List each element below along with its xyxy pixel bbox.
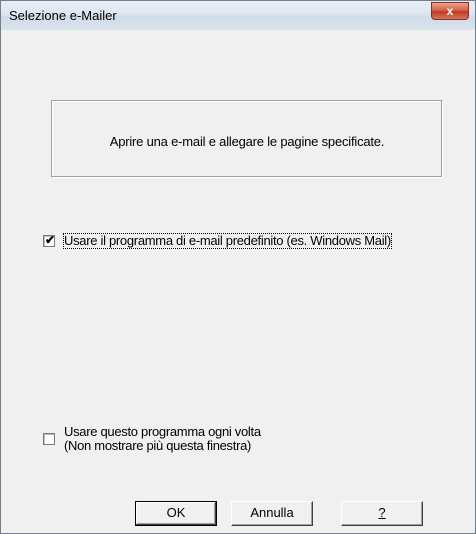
cancel-button[interactable]: Annulla <box>231 501 313 526</box>
ok-button[interactable]: OK <box>135 501 217 526</box>
close-button[interactable]: x <box>431 2 469 20</box>
always-use-label[interactable]: Usare questo programma ogni volta <box>64 425 261 439</box>
use-default-mail-label[interactable]: Usare il programma di e-mail predefinito… <box>63 233 392 249</box>
info-panel: Aprire una e-mail e allegare le pagine s… <box>51 100 443 178</box>
title-bar[interactable]: Selezione e-Mailer x <box>1 1 475 30</box>
help-button-label: ? <box>378 505 386 520</box>
always-use-sublabel[interactable]: (Non mostrare più questa finestra) <box>64 439 251 453</box>
info-text: Aprire una e-mail e allegare le pagine s… <box>109 134 385 149</box>
dialog-client-area: Aprire una e-mail e allegare le pagine s… <box>9 30 467 526</box>
dialog-window: Selezione e-Mailer x Aprire una e-mail e… <box>0 0 476 534</box>
use-default-mail-checkbox[interactable]: ✔ <box>43 233 56 247</box>
checkmark-icon: ✔ <box>45 233 56 247</box>
cancel-button-label: Annulla <box>250 505 294 520</box>
help-button[interactable]: ? <box>341 501 423 526</box>
ok-button-label: OK <box>166 505 186 520</box>
always-use-checkbox[interactable] <box>43 433 55 445</box>
window-title: Selezione e-Mailer <box>9 8 117 23</box>
close-icon: x <box>446 4 454 18</box>
